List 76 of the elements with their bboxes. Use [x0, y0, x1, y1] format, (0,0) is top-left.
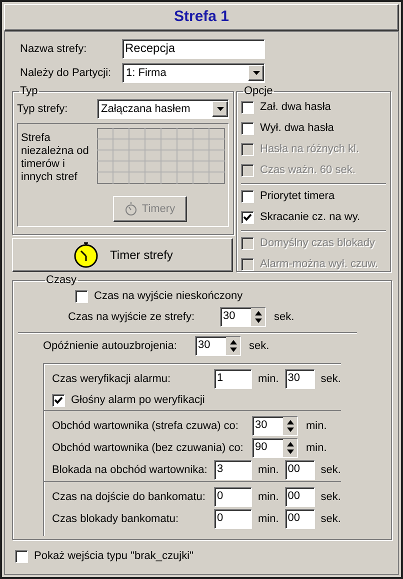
checkbox-label: Zał. dwa hasła — [260, 100, 331, 116]
checkbox[interactable] — [241, 101, 254, 114]
spin-buttons-icon[interactable] — [226, 337, 240, 355]
check-icon — [54, 396, 63, 404]
checkbox[interactable] — [52, 394, 65, 406]
field-label: Czas weryfikacji alarmu: — [52, 372, 172, 387]
field-label: Obchód wartownika (bez czuwania) co: — [52, 440, 244, 456]
spin-value: 30 — [254, 418, 268, 433]
unit-label: sek. — [320, 490, 341, 505]
spin-value: 90 — [254, 440, 268, 455]
dropdown-value: 1: Firma — [125, 66, 168, 81]
stopwatch-icon — [124, 202, 138, 216]
checkbox-label: Alarm-można wył. czuw. — [260, 257, 378, 272]
checkbox-label: Hasła na różnych kl. — [260, 142, 360, 158]
group-title: Czasy — [45, 274, 78, 286]
zone-description: Strefa niezależna od timerów i innych stref — [21, 131, 90, 184]
spin-buttons-icon[interactable] — [283, 417, 297, 435]
spin-buttons-icon[interactable] — [283, 439, 297, 457]
unit-label: min. — [306, 440, 327, 456]
unit-label: sek. — [320, 372, 341, 387]
dropdown[interactable]: Załączana hasłem — [97, 99, 229, 119]
unit-label: sek. — [320, 462, 341, 478]
field-label: Nazwa strefy: — [19, 42, 88, 57]
number-field[interactable]: 30 — [284, 369, 315, 389]
window-title: Strefa 1 — [174, 7, 230, 28]
field-label: Obchód wartownika (strefa czuwa) co: — [52, 418, 240, 434]
unit-label: min. — [258, 512, 279, 527]
dropdown-value: Załączana hasłem — [100, 102, 192, 117]
number-field[interactable]: 3 — [214, 460, 252, 480]
checkbox[interactable] — [241, 190, 254, 203]
checkbox[interactable] — [15, 550, 28, 562]
unit-label: sek. — [249, 338, 270, 354]
timer-zone-button[interactable]: Timer strefy — [12, 238, 233, 272]
group-title: Typ — [19, 85, 39, 97]
checkbox[interactable] — [241, 122, 254, 135]
number-field[interactable]: 00 — [284, 460, 315, 480]
number-field[interactable]: 1 — [214, 369, 252, 389]
unit-label: min. — [258, 372, 279, 387]
number-field[interactable]: 00 — [284, 487, 315, 507]
checkbox-label: Wył. dwa hasła — [260, 121, 334, 136]
spin-field[interactable]: 30 — [195, 336, 241, 356]
field-label: Należy do Partycji: — [19, 66, 112, 81]
field-label: Czas blokady bankomatu: — [52, 512, 180, 527]
checkbox-label: Głośny alarm po weryfikacji — [71, 392, 205, 408]
checkbox[interactable] — [75, 290, 88, 302]
spin-field[interactable]: 90 — [252, 438, 298, 458]
field-label: Czas na wyjście ze strefy: — [68, 310, 196, 325]
checkbox-label: Domyślny czas blokady — [260, 236, 375, 252]
stopwatch-icon — [72, 241, 100, 269]
number-field[interactable]: 0 — [214, 487, 252, 507]
unit-label: min. — [306, 418, 327, 434]
unit-label: sek. — [320, 512, 341, 527]
unit-label: min. — [258, 462, 279, 478]
unit-label: sek. — [274, 310, 294, 325]
spin-buttons-icon[interactable] — [251, 308, 265, 326]
checkbox-label: Skracanie cz. na wy. — [260, 210, 360, 226]
unit-label: min. — [258, 490, 279, 505]
field-label: Opóźnienie autouzbrojenia: — [43, 338, 178, 354]
checkbox[interactable] — [241, 211, 254, 224]
checkbox-label: Czas na wyjście nieskończony — [94, 288, 243, 304]
number-field[interactable]: 00 — [284, 509, 315, 529]
spin-field[interactable]: 30 — [220, 307, 266, 327]
field-label: Czas na dojście do bankomatu: — [52, 490, 206, 505]
spin-value: 30 — [197, 338, 212, 353]
check-icon — [243, 213, 252, 222]
dropdown[interactable]: 1: Firma — [122, 63, 265, 83]
checkbox-label: Pokaż wejścia typu "brak_czujki" — [34, 548, 194, 564]
spin-value: 30 — [222, 309, 236, 324]
number-field[interactable]: 0 — [214, 509, 252, 529]
field-label: Typ strefy: — [17, 102, 69, 117]
group-title: Opcje — [243, 85, 274, 97]
name-field[interactable]: Recepcja — [122, 39, 265, 59]
checkbox-label: Priorytet timera — [260, 189, 335, 204]
spin-field[interactable]: 30 — [252, 416, 298, 436]
checkbox-label: Czas ważn. 60 sek. — [260, 163, 356, 178]
field-label: Blokada na obchód wartownika: — [52, 462, 208, 478]
